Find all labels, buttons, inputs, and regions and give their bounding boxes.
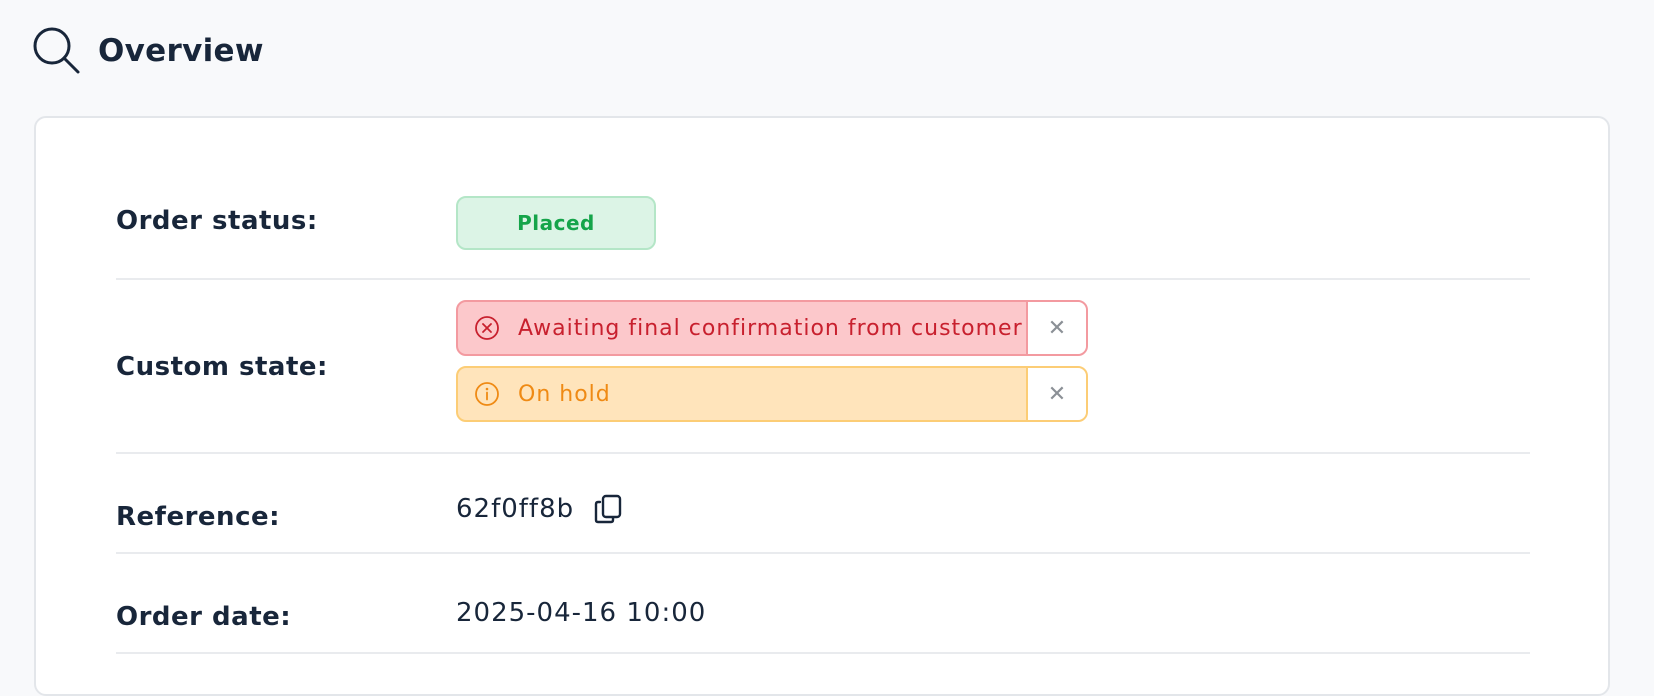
overview-card: Order status: Placed Custom state: Await… [34,116,1610,696]
reference-text: 62f0ff8b [456,494,575,524]
custom-state-chip-content: On hold [458,368,1026,420]
copy-icon[interactable] [592,492,626,526]
info-circle-icon [475,382,499,406]
custom-state-label: Custom state: [116,352,328,382]
reference-row: Reference: 62f0ff8b [116,454,1530,554]
error-circle-icon [475,316,499,340]
order-status-row: Order status: Placed [116,118,1530,280]
custom-state-row: Custom state: Awaiting final confirmatio… [116,280,1530,454]
status-badge: Placed [456,196,656,250]
order-date-label: Order date: [116,602,292,632]
custom-state-text: Awaiting final confirmation from custome… [518,315,1023,341]
reference-label: Reference: [116,502,281,532]
search-icon [33,27,80,74]
order-date-row: Order date: 2025-04-16 10:00 [116,554,1530,654]
order-date-value: 2025-04-16 10:00 [456,598,707,628]
remove-state-button[interactable]: ✕ [1026,302,1086,354]
custom-state-text: On hold [518,381,611,407]
order-status-label: Order status: [116,206,318,236]
page-title: Overview [98,33,264,69]
reference-value: 62f0ff8b [456,492,626,526]
custom-state-chip-error: Awaiting final confirmation from custome… [456,300,1088,356]
remove-state-button[interactable]: ✕ [1026,368,1086,420]
custom-state-chip-warning: On hold ✕ [456,366,1088,422]
page-header: Overview [32,26,264,76]
custom-state-chip-content: Awaiting final confirmation from custome… [458,302,1026,354]
